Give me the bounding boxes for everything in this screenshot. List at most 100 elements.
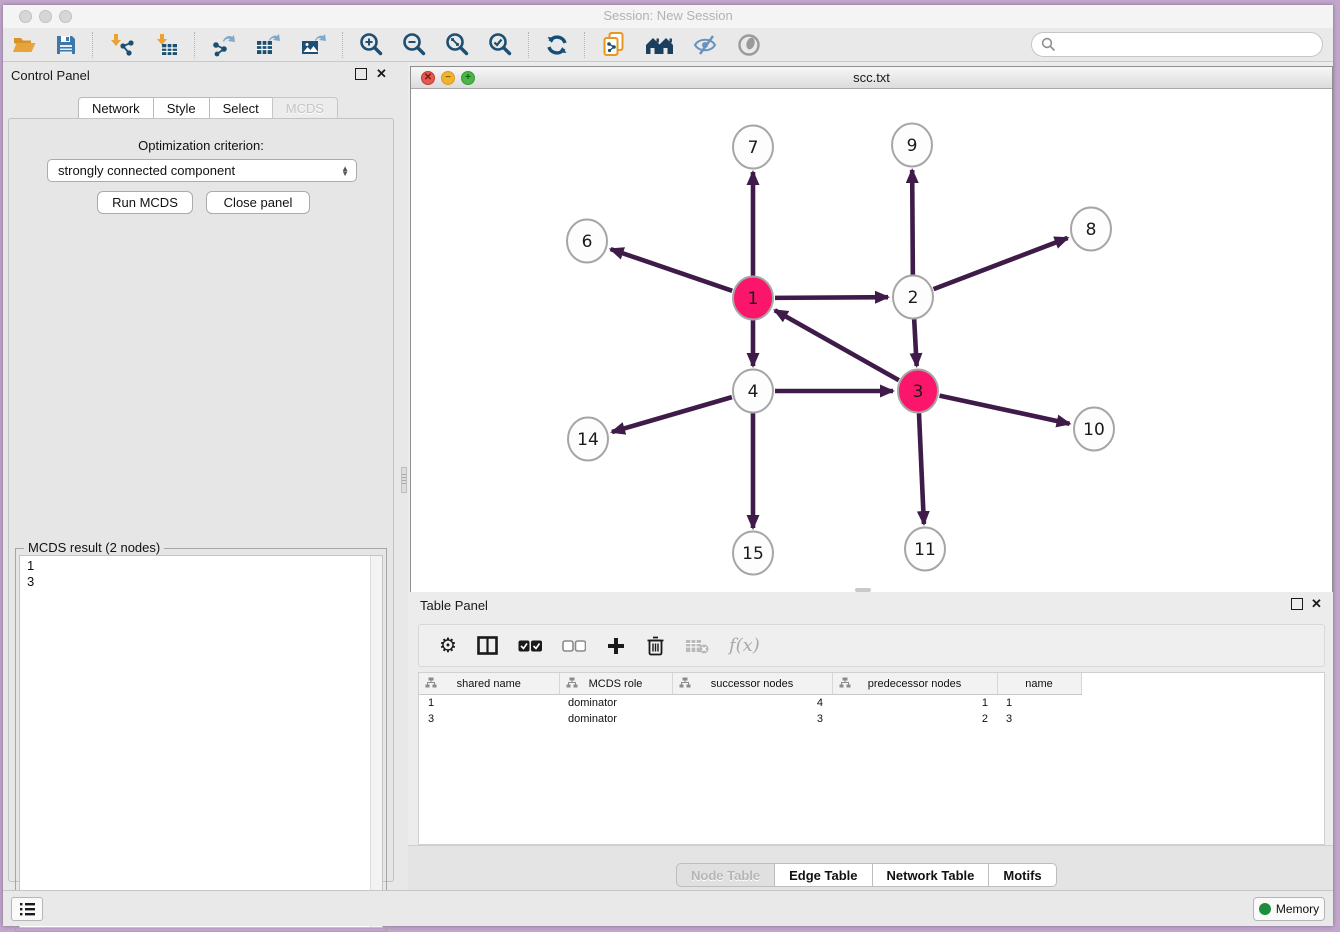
- table-row[interactable]: 3dominator323: [419, 711, 1081, 727]
- cell-predecessor-nodes[interactable]: 1: [832, 695, 997, 712]
- create-column-button[interactable]: [596, 629, 636, 663]
- node-10[interactable]: 10: [1074, 408, 1114, 451]
- edge-2-9[interactable]: [912, 170, 913, 275]
- hide-graphics-button[interactable]: [684, 30, 728, 60]
- optimization-criterion-select[interactable]: strongly connected component ▲▼: [47, 159, 357, 182]
- edge-4-14[interactable]: [612, 397, 732, 432]
- cell-successor-nodes[interactable]: 3: [672, 711, 832, 727]
- export-image-button[interactable]: [291, 30, 336, 60]
- plus-icon: [606, 636, 626, 656]
- task-history-button[interactable]: [11, 897, 43, 921]
- close-table-panel-icon[interactable]: ✕: [1311, 598, 1323, 610]
- hierarchy-icon: [425, 677, 437, 688]
- node-3[interactable]: 3: [898, 370, 938, 413]
- select-all-columns-button[interactable]: [508, 629, 552, 663]
- vertical-splitter[interactable]: [400, 62, 408, 890]
- zoom-in-button[interactable]: [350, 30, 393, 60]
- cell-successor-nodes[interactable]: 4: [672, 695, 832, 712]
- column-header-predecessor-nodes[interactable]: predecessor nodes: [832, 673, 997, 695]
- node-8[interactable]: 8: [1071, 208, 1111, 251]
- optimization-criterion-label: Optimization criterion:: [9, 138, 393, 153]
- search-input[interactable]: [1060, 35, 1322, 55]
- zoom-fit-icon: [445, 32, 470, 57]
- zoom-out-button[interactable]: [393, 30, 436, 60]
- edge-1-2[interactable]: [775, 297, 888, 298]
- edge-3-11[interactable]: [919, 413, 924, 524]
- column-header-MCDS-role[interactable]: MCDS role: [559, 673, 672, 695]
- houses-icon: [645, 34, 675, 56]
- memory-button[interactable]: Memory: [1253, 897, 1325, 921]
- cell-name[interactable]: 1: [997, 695, 1081, 712]
- table-settings-button[interactable]: ⚙: [429, 629, 467, 663]
- float-table-panel-icon[interactable]: [1291, 598, 1303, 610]
- node-4[interactable]: 4: [733, 370, 773, 413]
- tab-node-table[interactable]: Node Table: [676, 863, 775, 887]
- network-canvas[interactable]: 7 9 6 8 1 2 4 3 14 10 15 11: [411, 89, 1332, 593]
- edge-2-8[interactable]: [934, 238, 1068, 289]
- import-table-button[interactable]: [144, 30, 188, 60]
- network-graph[interactable]: 7 9 6 8 1 2 4 3 14 10 15 11: [411, 89, 1332, 593]
- memory-label: Memory: [1276, 902, 1319, 916]
- close-panel-button[interactable]: Close panel: [206, 191, 310, 214]
- tab-select[interactable]: Select: [209, 97, 273, 119]
- tab-edge-table[interactable]: Edge Table: [774, 863, 872, 887]
- column-header-name[interactable]: name: [997, 673, 1081, 695]
- node-table-container[interactable]: shared nameMCDS rolesuccessor nodesprede…: [418, 672, 1325, 845]
- cell-MCDS-role[interactable]: dominator: [559, 711, 672, 727]
- cell-shared-name[interactable]: 1: [419, 695, 559, 712]
- node-1[interactable]: 1: [733, 277, 773, 320]
- zoom-fit-button[interactable]: [436, 30, 479, 60]
- open-session-button[interactable]: [3, 30, 46, 60]
- close-panel-icon[interactable]: ✕: [376, 68, 388, 80]
- delete-table-button[interactable]: [675, 629, 719, 663]
- refresh-icon: [545, 33, 569, 57]
- export-network-button[interactable]: [202, 30, 246, 60]
- run-mcds-button[interactable]: Run MCDS: [97, 191, 193, 214]
- node-7[interactable]: 7: [733, 126, 773, 169]
- edge-3-10[interactable]: [940, 396, 1070, 424]
- tab-style[interactable]: Style: [153, 97, 210, 119]
- mcds-result-area[interactable]: 1 3: [19, 555, 383, 928]
- hierarchy-icon: [566, 677, 578, 688]
- zoom-selected-button[interactable]: [479, 30, 522, 60]
- tab-network-table[interactable]: Network Table: [872, 863, 990, 887]
- node-15[interactable]: 15: [733, 532, 773, 575]
- export-table-button[interactable]: [246, 30, 291, 60]
- clone-network-button[interactable]: [592, 30, 636, 60]
- cell-shared-name[interactable]: 3: [419, 711, 559, 727]
- eye-icon: [737, 33, 761, 57]
- result-scrollbar[interactable]: [370, 556, 382, 927]
- edge-3-1[interactable]: [775, 310, 899, 380]
- node-table[interactable]: shared nameMCDS rolesuccessor nodesprede…: [419, 673, 1082, 727]
- show-columns-button[interactable]: [467, 629, 508, 663]
- home-view-button[interactable]: [636, 30, 684, 60]
- column-header-shared-name[interactable]: shared name: [419, 673, 559, 695]
- tab-motifs[interactable]: Motifs: [988, 863, 1056, 887]
- node-6[interactable]: 6: [567, 220, 607, 263]
- main-content: Control Panel ✕ NetworkStyleSelectMCDS O…: [3, 62, 1333, 890]
- tab-network[interactable]: Network: [78, 97, 154, 119]
- column-header-successor-nodes[interactable]: successor nodes: [672, 673, 832, 695]
- search-field[interactable]: [1031, 32, 1323, 57]
- deselect-all-columns-button[interactable]: [552, 629, 596, 663]
- node-9[interactable]: 9: [892, 124, 932, 167]
- save-session-button[interactable]: [46, 30, 86, 60]
- delete-column-button[interactable]: [636, 629, 675, 663]
- node-11[interactable]: 11: [905, 528, 945, 571]
- splitter-grip[interactable]: [401, 467, 407, 493]
- function-builder-button[interactable]: f(x): [719, 629, 770, 663]
- float-panel-icon[interactable]: [355, 68, 367, 80]
- apply-layout-button[interactable]: [536, 30, 578, 60]
- import-network-button[interactable]: [100, 30, 144, 60]
- node-2[interactable]: 2: [893, 276, 933, 319]
- table-row[interactable]: 1dominator411: [419, 695, 1081, 712]
- network-window-titlebar[interactable]: ✕ − + scc.txt: [411, 67, 1332, 89]
- node-14[interactable]: 14: [568, 418, 608, 461]
- edge-2-3[interactable]: [914, 319, 917, 366]
- cell-MCDS-role[interactable]: dominator: [559, 695, 672, 712]
- cell-name[interactable]: 3: [997, 711, 1081, 727]
- tab-mcds[interactable]: MCDS: [272, 97, 338, 119]
- show-graphics-button[interactable]: [728, 30, 770, 60]
- edge-1-6[interactable]: [611, 249, 733, 291]
- cell-predecessor-nodes[interactable]: 2: [832, 711, 997, 727]
